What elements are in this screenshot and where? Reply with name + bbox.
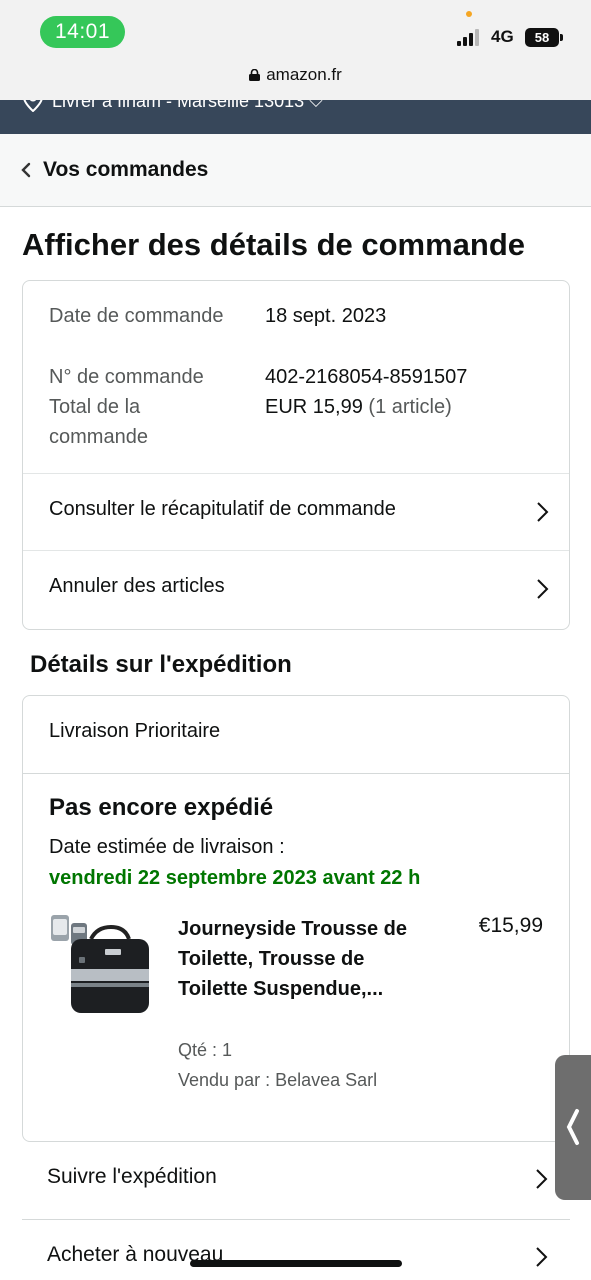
shipping-method-header: Livraison Prioritaire (23, 696, 569, 774)
battery-tip (560, 34, 563, 41)
track-shipment-label: Suivre l'expédition (47, 1165, 217, 1188)
location-pin-icon (23, 100, 43, 112)
privacy-indicator-dot (466, 11, 472, 17)
order-number-value: 402-2168054-8591507 (265, 366, 468, 388)
product-title-link[interactable]: Journeyside Trousse de Toilette, Trousse… (178, 914, 418, 1004)
product-seller: Vendu par : Belavea Sarl (178, 1070, 378, 1090)
order-summary-card: Date de commande 18 sept. 2023 N° de com… (22, 280, 570, 630)
shipment-card: Livraison Prioritaire Pas encore expédié… (22, 695, 570, 1142)
clock-pill: 14:01 (40, 16, 125, 48)
eta-label: Date estimée de livraison : (49, 836, 285, 858)
shipment-section-title: Détails sur l'expédition (30, 651, 292, 678)
breadcrumb-link[interactable]: Vos commandes (43, 158, 208, 182)
chevron-right-icon (536, 1169, 548, 1189)
battery-icon: 58 (525, 28, 559, 47)
order-number-label: N° de commande (49, 366, 204, 388)
cancel-items-link-label: Annuler des articles (49, 575, 225, 597)
order-summary-link[interactable]: Consulter le récapitulatif de commande (23, 473, 569, 550)
order-total-value: EUR 15,99 (1 article) (265, 392, 452, 422)
shipping-method: Livraison Prioritaire (49, 720, 221, 742)
order-summary-link-label: Consulter le récapitulatif de commande (49, 498, 396, 520)
product-quantity: Qté : 1 (178, 1040, 233, 1060)
home-indicator[interactable] (190, 1260, 402, 1267)
cellular-signal-icon (457, 29, 485, 46)
chevron-left-icon (566, 1109, 579, 1145)
chevron-right-icon (537, 579, 549, 599)
chevron-left-icon (21, 162, 31, 178)
product-image[interactable] (49, 911, 153, 1019)
order-total-label: Total de la commande (49, 396, 148, 448)
product-price: €15,99 (478, 914, 543, 937)
breadcrumb[interactable]: Vos commandes (0, 134, 591, 207)
browser-url-bar[interactable]: amazon.fr (0, 60, 591, 100)
buy-again-link[interactable]: Acheter à nouveau (22, 1221, 570, 1280)
shipment-status: Pas encore expédié (49, 794, 274, 821)
chevron-right-icon (536, 1247, 548, 1267)
url-text: amazon.fr (266, 65, 342, 84)
lock-icon (249, 69, 261, 81)
network-type: 4G (491, 27, 514, 46)
page-title: Afficher des détails de commande (22, 227, 526, 262)
order-date-label: Date de commande (49, 305, 224, 327)
side-drawer-handle[interactable] (555, 1055, 591, 1200)
chevron-right-icon (537, 502, 549, 522)
order-date-value: 18 sept. 2023 (265, 305, 387, 327)
eta-date: vendredi 22 septembre 2023 avant 22 h (49, 867, 421, 889)
track-shipment-link[interactable]: Suivre l'expédition (22, 1143, 570, 1220)
delivery-location-text: Livrer à Ilham - Marseille 13013 ⌵ (52, 100, 323, 111)
order-total-amount: EUR 15,99 (265, 396, 363, 418)
cancel-items-link[interactable]: Annuler des articles (23, 550, 569, 627)
delivery-location-bar[interactable]: Livrer à Ilham - Marseille 13013 ⌵ (0, 100, 591, 134)
order-total-count: (1 article) (368, 396, 452, 418)
status-bar: 14:01 4G 58 (0, 0, 591, 60)
